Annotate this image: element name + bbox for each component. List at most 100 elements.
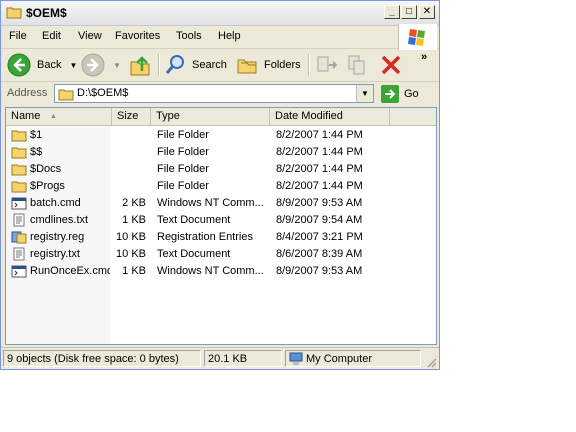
toolbar: Back ▼ ▼ Search Folders » — [1, 49, 439, 82]
file-type: Text Document — [157, 248, 231, 260]
menu-help[interactable]: Help — [218, 30, 241, 42]
go-arrow-icon — [381, 84, 399, 103]
table-row[interactable]: $1 File Folder 8/2/2007 1:44 PM — [6, 127, 436, 144]
folders-button[interactable]: Folders — [236, 52, 301, 78]
folder-icon — [11, 147, 27, 159]
file-type: File Folder — [157, 146, 209, 158]
copy-to-icon — [348, 55, 365, 75]
list-header: Name ▲ Size Type Date Modified — [6, 108, 436, 126]
file-type: File Folder — [157, 163, 209, 175]
file-modified: 8/2/2007 1:44 PM — [276, 163, 363, 175]
table-row[interactable]: $$ File Folder 8/2/2007 1:44 PM — [6, 144, 436, 161]
file-type: Windows NT Comm... — [157, 197, 264, 209]
title-bar[interactable]: $OEM$ _ □ ✕ — [1, 1, 439, 26]
go-button[interactable]: Go — [381, 84, 429, 103]
status-objects: 9 objects (Disk free space: 0 bytes) — [3, 350, 201, 367]
registry-icon — [11, 231, 27, 244]
folder-icon — [6, 7, 22, 19]
maximize-button[interactable]: □ — [401, 5, 417, 19]
my-computer-icon — [289, 352, 303, 365]
menu-tools[interactable]: Tools — [176, 30, 202, 42]
table-row[interactable]: RunOnceEx.cmd 1 KB Windows NT Comm... 8/9/2… — [6, 263, 436, 280]
table-row[interactable]: $Docs File Folder 8/2/2007 1:44 PM — [6, 161, 436, 178]
folder-icon — [11, 164, 27, 176]
up-folder-icon — [130, 56, 150, 76]
forward-button[interactable]: ▼ — [81, 52, 121, 78]
menu-file[interactable]: File — [9, 30, 27, 42]
back-dropdown-icon[interactable]: ▼ — [69, 61, 77, 70]
file-name: $Docs — [30, 163, 62, 175]
copy-to-button[interactable] — [346, 52, 370, 78]
file-modified: 8/9/2007 9:53 AM — [276, 197, 363, 209]
column-header-name[interactable]: Name ▲ — [6, 108, 112, 125]
back-button[interactable]: Back ▼ — [7, 52, 77, 78]
up-folder-button[interactable] — [128, 52, 152, 78]
file-type: File Folder — [157, 129, 209, 141]
file-type: Registration Entries — [157, 231, 253, 243]
sort-ascending-icon: ▲ — [50, 113, 57, 120]
explorer-window: $OEM$ _ □ ✕ File Edit View Favorites Too… — [0, 0, 440, 370]
file-name: registry.reg — [30, 231, 85, 243]
folder-icon — [11, 130, 27, 142]
address-label: Address — [7, 87, 48, 99]
file-type: Windows NT Comm... — [157, 265, 264, 277]
file-name: RunOnceEx.cmd — [30, 265, 110, 277]
file-name: $1 — [30, 129, 43, 141]
file-name: $Progs — [30, 180, 65, 192]
folders-icon — [237, 59, 257, 74]
move-to-button[interactable] — [315, 52, 339, 78]
file-modified: 8/9/2007 9:54 AM — [276, 214, 363, 226]
toolbar-overflow-icon[interactable]: » — [421, 51, 427, 63]
resize-grip-icon[interactable] — [425, 356, 437, 368]
menu-view[interactable]: View — [78, 30, 102, 42]
status-size: 20.1 KB — [204, 350, 282, 367]
minimize-button[interactable]: _ — [384, 5, 400, 19]
column-header-modified[interactable]: Date Modified — [270, 108, 390, 125]
file-modified: 8/6/2007 8:39 AM — [276, 248, 363, 260]
file-size: 2 KB — [122, 197, 146, 209]
file-type: File Folder — [157, 180, 209, 192]
address-path: D:\$OEM$ — [77, 87, 129, 99]
file-size: 10 KB — [116, 231, 146, 243]
file-modified: 8/2/2007 1:44 PM — [276, 129, 363, 141]
delete-button[interactable] — [379, 52, 403, 78]
address-bar: Address D:\$OEM$ ▼ Go — [1, 82, 439, 106]
file-modified: 8/2/2007 1:44 PM — [276, 146, 363, 158]
status-zone: My Computer — [285, 350, 421, 367]
column-header-type[interactable]: Type — [151, 108, 270, 125]
table-row[interactable]: $Progs File Folder 8/2/2007 1:44 PM — [6, 178, 436, 195]
table-row[interactable]: registry.txt 10 KB Text Document 8/6/2007 8… — [6, 246, 436, 263]
file-name: cmdlines.txt — [30, 214, 89, 226]
go-label: Go — [404, 87, 419, 100]
search-label: Search — [192, 59, 227, 71]
column-header-size[interactable]: Size — [112, 108, 151, 125]
close-button[interactable]: ✕ — [419, 5, 435, 19]
menu-bar: File Edit View Favorites Tools Help — [1, 26, 439, 49]
forward-dropdown-icon[interactable]: ▼ — [113, 61, 121, 70]
table-row[interactable]: cmdlines.txt 1 KB Text Document 8/9/2007 9:… — [6, 212, 436, 229]
search-icon — [165, 55, 184, 74]
file-size: 10 KB — [116, 248, 146, 260]
window-title: $OEM$ — [26, 6, 67, 20]
file-modified: 8/9/2007 9:53 AM — [276, 265, 363, 277]
address-input[interactable]: D:\$OEM$ ▼ — [54, 84, 374, 103]
cmd-icon — [11, 197, 27, 210]
cmd-icon — [11, 265, 27, 278]
file-modified: 8/4/2007 3:21 PM — [276, 231, 363, 243]
file-name: registry.txt — [30, 248, 80, 260]
table-row[interactable]: registry.reg 10 KB Registration Entries 8/4… — [6, 229, 436, 246]
menu-favorites[interactable]: Favorites — [115, 30, 160, 42]
address-dropdown-icon[interactable]: ▼ — [356, 85, 373, 102]
table-row[interactable]: batch.cmd 2 KB Windows NT Comm... 8/9/2007 … — [6, 195, 436, 212]
search-button[interactable]: Search — [164, 52, 227, 78]
windows-logo-icon — [398, 24, 437, 50]
file-size: 1 KB — [122, 265, 146, 277]
folder-icon — [58, 89, 74, 101]
file-list: Name ▲ Size Type Date Modified $1 File Fo… — [5, 107, 437, 345]
text-file-icon — [13, 247, 25, 261]
file-name: $$ — [30, 146, 43, 158]
forward-arrow-icon — [81, 53, 105, 77]
status-bar: 9 objects (Disk free space: 0 bytes) 20.… — [1, 347, 439, 370]
menu-edit[interactable]: Edit — [42, 30, 61, 42]
back-label: Back — [37, 59, 62, 71]
